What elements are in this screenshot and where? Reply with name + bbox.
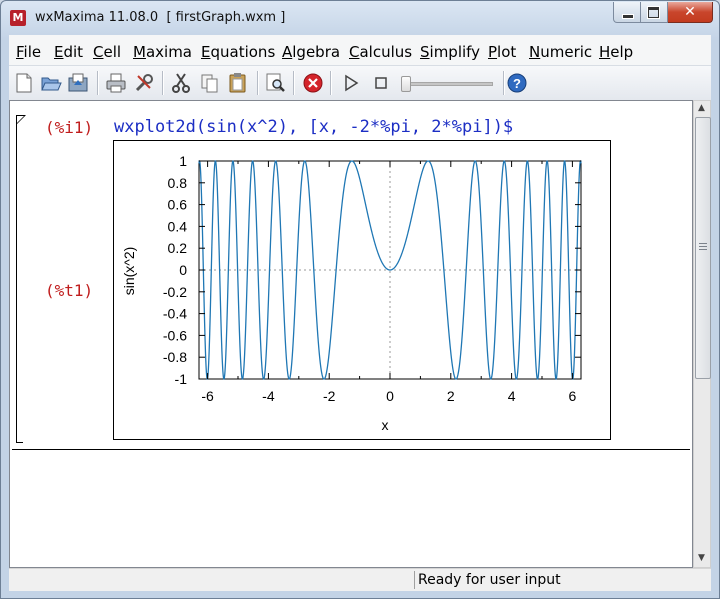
app-name: wxMaxima 11.08.0 bbox=[35, 10, 159, 25]
window-title: wxMaxima 11.08.0 [ firstGraph.wxm ] bbox=[35, 10, 285, 25]
print-icon[interactable] bbox=[105, 72, 127, 94]
y-tick-label: -0.4 bbox=[163, 306, 187, 322]
menu-file[interactable]: File bbox=[16, 43, 41, 61]
cell-separator bbox=[12, 449, 690, 450]
animation-slider[interactable] bbox=[401, 76, 493, 92]
help-icon[interactable]: ? bbox=[506, 72, 528, 94]
plot-image[interactable]: -6 -4 -2 0 2 4 6 1 0.8 0.6 0.4 0.2 0 -0.2 -0.4 -0.6 -0.8… bbox=[113, 140, 611, 440]
menu-calculus[interactable]: Calculus bbox=[349, 43, 412, 61]
menu-help[interactable]: Help bbox=[599, 43, 633, 61]
status-text: Ready for user input bbox=[418, 572, 561, 588]
menu-numeric[interactable]: Numeric bbox=[529, 43, 592, 61]
input-expression[interactable]: wxplot2d(sin(x^2), [x, -2*%pi, 2*%pi])$ bbox=[114, 117, 513, 137]
open-file-icon[interactable] bbox=[40, 72, 62, 94]
svg-text:?: ? bbox=[513, 76, 521, 91]
scroll-up-icon[interactable]: ▲ bbox=[698, 103, 705, 113]
x-axis-label: x bbox=[382, 417, 389, 433]
menu-simplify[interactable]: Simplify bbox=[420, 43, 480, 61]
paste-icon[interactable] bbox=[227, 72, 249, 94]
client-area: File Edit Cell Maxima Equations Algebra … bbox=[9, 35, 711, 591]
title-bar[interactable]: M wxMaxima 11.08.0 [ firstGraph.wxm ] ✕ bbox=[1, 1, 719, 35]
window-controls: ✕ bbox=[613, 2, 713, 24]
y-tick-label: 0.8 bbox=[168, 175, 188, 191]
play-icon[interactable] bbox=[340, 72, 362, 94]
toolbar: ? bbox=[9, 65, 711, 101]
close-icon: ✕ bbox=[684, 4, 696, 20]
app-window: M wxMaxima 11.08.0 [ firstGraph.wxm ] ✕ … bbox=[0, 0, 720, 599]
menu-equations[interactable]: Equations bbox=[201, 43, 275, 61]
y-tick-label: -1 bbox=[175, 371, 188, 387]
x-tick-label: 6 bbox=[568, 388, 576, 404]
x-tick-label: -2 bbox=[323, 388, 336, 404]
x-tick-label: -4 bbox=[262, 388, 275, 404]
menu-bar: File Edit Cell Maxima Equations Algebra … bbox=[9, 35, 711, 65]
y-tick-label: 0.4 bbox=[168, 218, 188, 234]
stop-icon[interactable] bbox=[370, 72, 392, 94]
new-file-icon[interactable] bbox=[13, 72, 35, 94]
find-icon[interactable] bbox=[265, 72, 287, 94]
slider-thumb[interactable] bbox=[401, 76, 411, 92]
menu-algebra[interactable]: Algebra bbox=[282, 43, 340, 61]
worksheet[interactable]: (%i1) wxplot2d(sin(x^2), [x, -2*%pi, 2*%… bbox=[9, 100, 693, 568]
x-tick-label: 4 bbox=[508, 388, 516, 404]
menu-cell[interactable]: Cell bbox=[93, 43, 121, 61]
y-tick-label: -0.2 bbox=[163, 284, 187, 300]
scrollbar-thumb[interactable] bbox=[695, 117, 711, 379]
save-file-icon[interactable] bbox=[67, 72, 89, 94]
menu-maxima[interactable]: Maxima bbox=[133, 43, 192, 61]
plot-chart: -6 -4 -2 0 2 4 6 1 0.8 0.6 0.4 0.2 0 -0.2 -0.4 -0.6 -0.8… bbox=[121, 153, 582, 433]
output-label: (%t1) bbox=[45, 281, 94, 300]
vertical-scrollbar[interactable]: ▲ ▼ bbox=[693, 100, 711, 568]
x-tick-label: 2 bbox=[447, 388, 455, 404]
y-axis-label: sin(x^2) bbox=[121, 247, 137, 296]
cut-icon[interactable] bbox=[170, 72, 192, 94]
y-tick-label: 1 bbox=[179, 153, 187, 169]
maximize-button[interactable] bbox=[641, 2, 668, 23]
scroll-down-icon[interactable]: ▼ bbox=[698, 553, 705, 563]
menu-edit[interactable]: Edit bbox=[54, 43, 83, 61]
status-bar: Ready for user input bbox=[9, 568, 711, 591]
menu-plot[interactable]: Plot bbox=[488, 43, 516, 61]
cell-bracket[interactable] bbox=[16, 115, 23, 443]
interrupt-icon[interactable] bbox=[302, 72, 324, 94]
x-tick-label: 0 bbox=[386, 388, 394, 404]
preferences-icon[interactable] bbox=[133, 72, 155, 94]
y-tick-label: 0 bbox=[179, 262, 187, 278]
close-button[interactable]: ✕ bbox=[668, 2, 713, 23]
y-tick-label: -0.8 bbox=[163, 349, 187, 365]
y-tick-label: -0.6 bbox=[163, 327, 187, 343]
slider-track bbox=[401, 82, 493, 86]
y-tick-label: 0.6 bbox=[168, 197, 188, 213]
input-label: (%i1) bbox=[45, 118, 94, 137]
wxmaxima-app-icon[interactable]: M bbox=[10, 10, 26, 26]
document-title: [ firstGraph.wxm ] bbox=[166, 10, 286, 25]
minimize-button[interactable] bbox=[613, 2, 641, 23]
y-tick-label: 0.2 bbox=[168, 240, 188, 256]
x-tick-label: -6 bbox=[201, 388, 214, 404]
copy-icon[interactable] bbox=[199, 72, 221, 94]
